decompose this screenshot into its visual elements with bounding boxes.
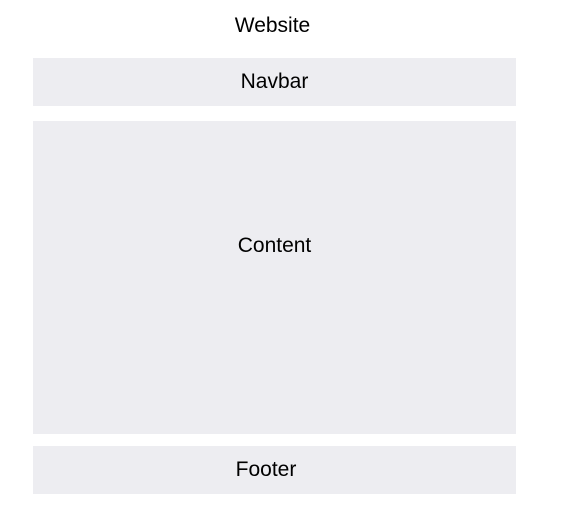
navbar-label: Navbar xyxy=(240,70,309,93)
footer-label: Footer xyxy=(235,458,297,481)
footer-block: Footer xyxy=(33,446,516,494)
navbar-block: Navbar xyxy=(33,58,516,106)
content-block: Content xyxy=(33,121,516,434)
website-title: Website xyxy=(234,14,311,37)
content-label: Content xyxy=(237,234,312,257)
